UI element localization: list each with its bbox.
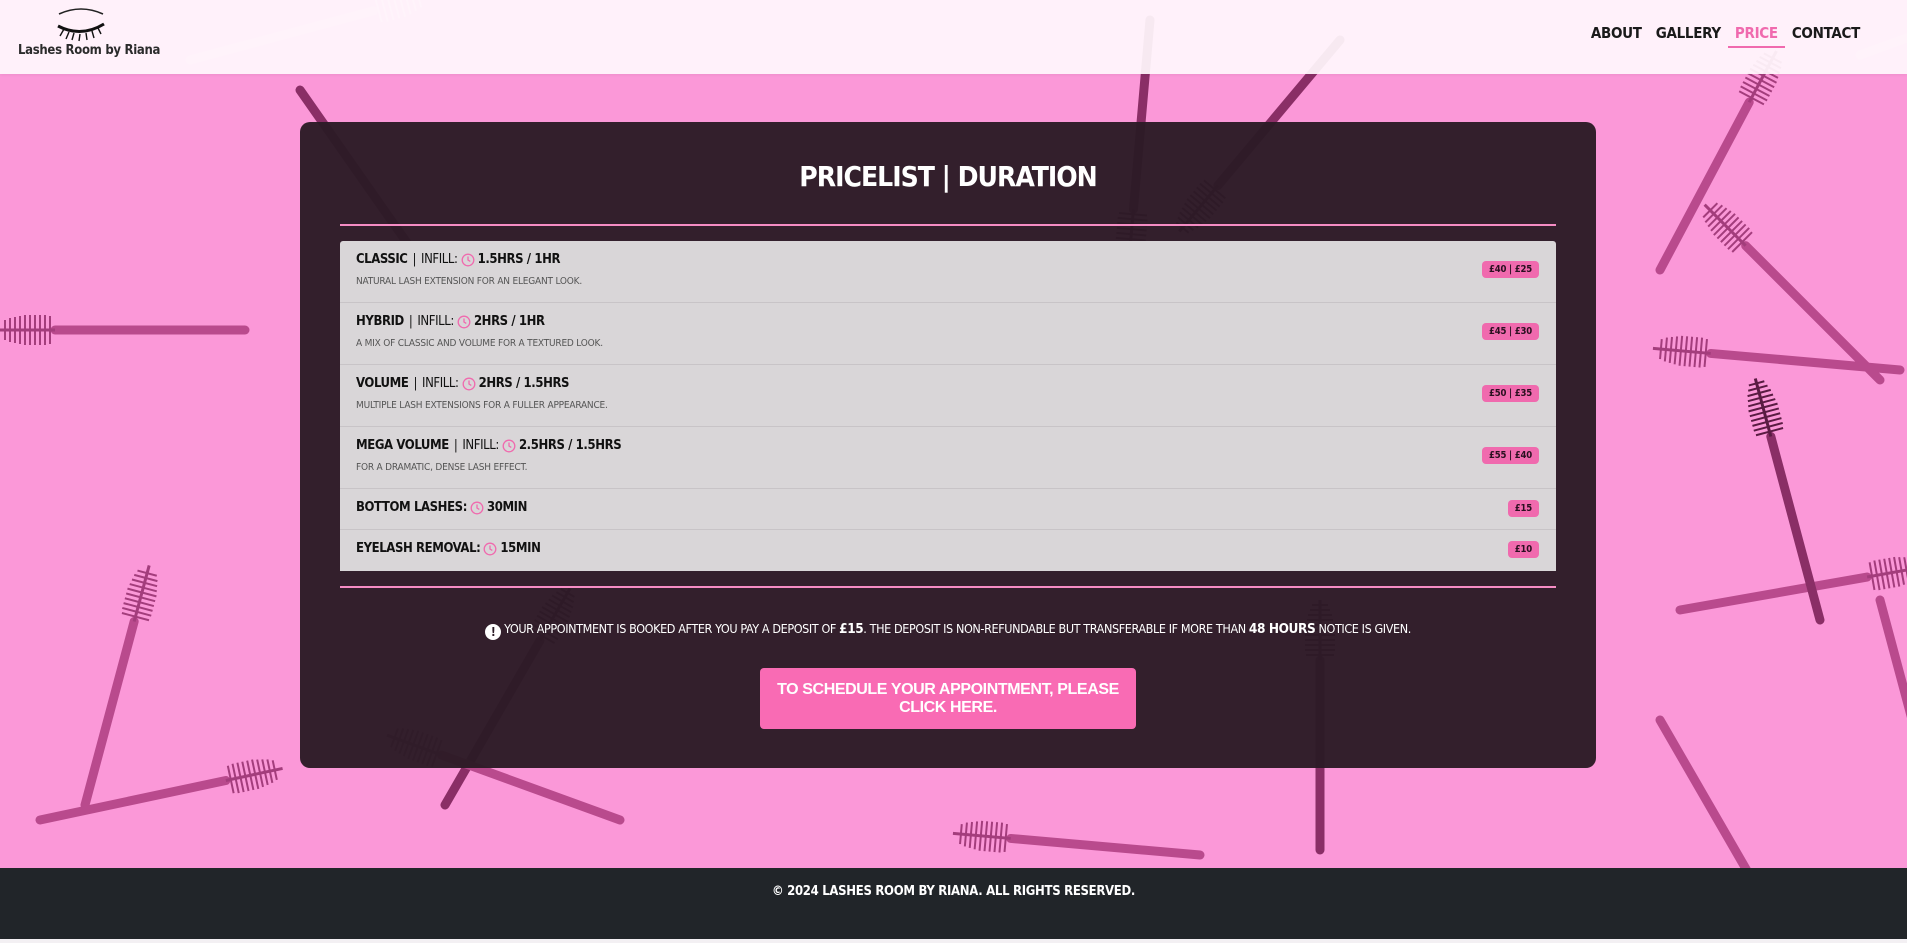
duration: 2HRS / 1.5HRS bbox=[478, 376, 570, 391]
service-name: VOLUME bbox=[356, 376, 409, 391]
nav-contact[interactable]: CONTACT bbox=[1785, 22, 1867, 48]
nav-about[interactable]: ABOUT bbox=[1584, 22, 1649, 48]
separator: | bbox=[408, 314, 413, 329]
separator: | bbox=[453, 438, 458, 453]
divider bbox=[340, 586, 1556, 588]
separator: | bbox=[413, 376, 418, 391]
price-list: CLASSIC | INFILL: 1.5HRS / 1HR NATURAL L… bbox=[340, 241, 1556, 571]
price-badge: £55 | £40 bbox=[1482, 447, 1539, 464]
infill-label: INFILL: bbox=[421, 252, 458, 267]
nav-gallery[interactable]: GALLERY bbox=[1649, 22, 1728, 48]
list-item: BOTTOM LASHES: 30MIN £15 bbox=[340, 489, 1556, 530]
schedule-appointment-button[interactable]: TO SCHEDULE YOUR APPOINTMENT, PLEASE CLI… bbox=[760, 668, 1136, 729]
price-badge: £50 | £35 bbox=[1482, 385, 1539, 402]
price-badge: £45 | £30 bbox=[1482, 323, 1539, 340]
list-item: MEGA VOLUME | INFILL: 2.5HRS / 1.5HRS FO… bbox=[340, 427, 1556, 489]
site-footer: © 2024 LASHES ROOM BY RIANA. ALL RIGHTS … bbox=[0, 868, 1907, 939]
pricelist-card: PRICELIST | DURATION CLASSIC | INFILL: 1… bbox=[300, 122, 1596, 768]
infill-label: INFILL: bbox=[462, 438, 499, 453]
notice-hours: 48 HOURS bbox=[1248, 621, 1316, 637]
notice-text-1: YOUR APPOINTMENT IS BOOKED AFTER YOU PAY… bbox=[504, 621, 840, 636]
clock-icon bbox=[483, 542, 497, 555]
main-nav: ABOUT GALLERY PRICE CONTACT bbox=[1584, 22, 1867, 48]
separator: | bbox=[412, 252, 417, 267]
price-badge: £10 bbox=[1507, 541, 1539, 558]
clock-icon bbox=[462, 377, 476, 390]
duration: 15MIN bbox=[500, 541, 541, 556]
service-description: FOR A DRAMATIC, DENSE LASH EFFECT. bbox=[356, 462, 528, 473]
service-description: A MIX OF CLASSIC AND VOLUME FOR A TEXTUR… bbox=[356, 338, 603, 349]
list-item: HYBRID | INFILL: 2HRS / 1HR A MIX OF CLA… bbox=[340, 303, 1556, 365]
eyelash-logo-icon bbox=[57, 8, 105, 42]
service-name: EYELASH REMOVAL: bbox=[356, 541, 481, 556]
clock-icon bbox=[457, 315, 471, 328]
price-badge: £40 | £25 bbox=[1482, 261, 1539, 278]
duration: 30MIN bbox=[486, 500, 528, 515]
service-name: CLASSIC bbox=[356, 252, 408, 267]
deposit-notice: ! YOUR APPOINTMENT IS BOOKED AFTER YOU PA… bbox=[300, 621, 1596, 640]
duration: 2HRS / 1HR bbox=[473, 314, 545, 329]
service-description: NATURAL LASH EXTENSION FOR AN ELEGANT LO… bbox=[356, 276, 583, 287]
price-badge: £15 bbox=[1507, 500, 1539, 517]
service-name: HYBRID bbox=[356, 314, 404, 329]
infill-label: INFILL: bbox=[417, 314, 454, 329]
duration: 1.5HRS / 1HR bbox=[477, 252, 561, 267]
notice-text-3: NOTICE IS GIVEN. bbox=[1315, 621, 1411, 636]
service-name: BOTTOM LASHES: bbox=[356, 500, 467, 515]
notice-text-2: . THE DEPOSIT IS NON-REFUNDABLE BUT TRAN… bbox=[863, 621, 1249, 636]
service-name: MEGA VOLUME bbox=[356, 438, 449, 453]
nav-price[interactable]: PRICE bbox=[1727, 22, 1785, 48]
copyright-text: © 2024 LASHES ROOM BY RIANA. ALL RIGHTS … bbox=[771, 884, 1136, 899]
service-description: MULTIPLE LASH EXTENSIONS FOR A FULLER AP… bbox=[356, 400, 608, 411]
logo[interactable]: Lashes Room by Riana bbox=[18, 6, 160, 62]
brand-name: Lashes Room by Riana bbox=[18, 43, 161, 58]
clock-icon bbox=[461, 253, 475, 266]
site-header: Lashes Room by Riana ABOUT GALLERY PRICE… bbox=[0, 0, 1907, 74]
infill-label: INFILL: bbox=[422, 376, 459, 391]
clock-icon bbox=[470, 501, 484, 514]
page-title: PRICELIST | DURATION bbox=[799, 160, 1098, 193]
list-item: CLASSIC | INFILL: 1.5HRS / 1HR NATURAL L… bbox=[340, 241, 1556, 303]
duration: 2.5HRS / 1.5HRS bbox=[518, 438, 622, 453]
exclamation-circle-icon: ! bbox=[485, 624, 502, 640]
deposit-amount: £15 bbox=[839, 621, 864, 637]
list-item: VOLUME | INFILL: 2HRS / 1.5HRS MULTIPLE … bbox=[340, 365, 1556, 427]
clock-icon bbox=[502, 439, 516, 452]
divider bbox=[340, 224, 1556, 226]
list-item: EYELASH REMOVAL: 15MIN £10 bbox=[340, 530, 1556, 571]
